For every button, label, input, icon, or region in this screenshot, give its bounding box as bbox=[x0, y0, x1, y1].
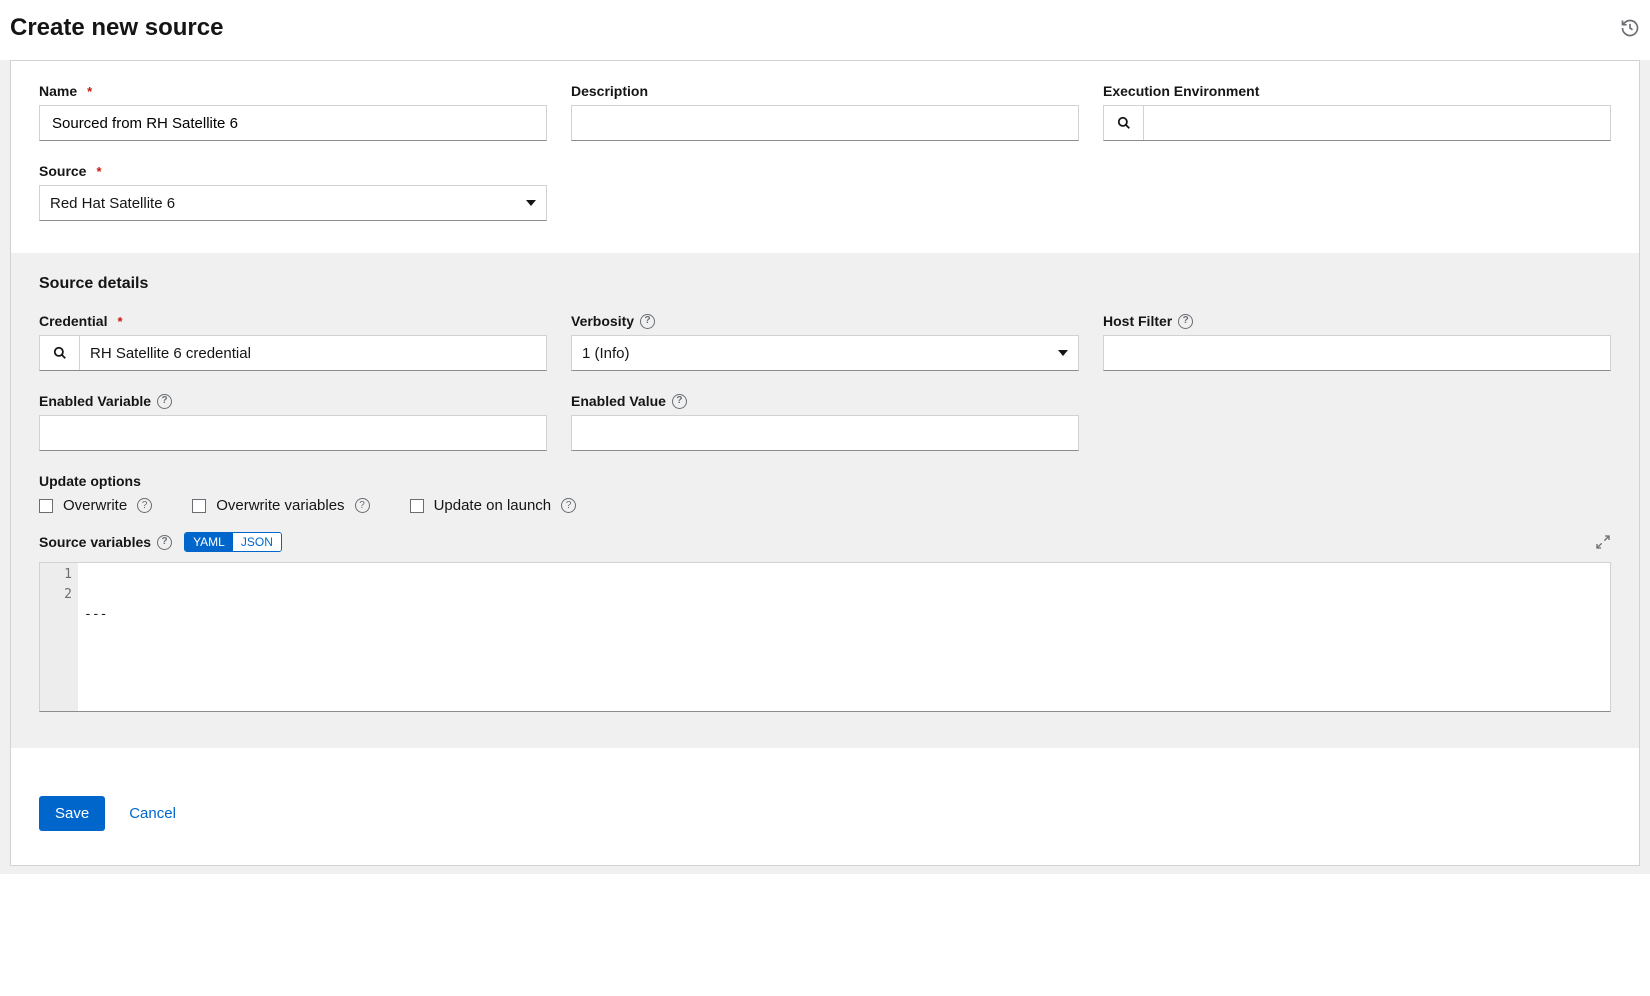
exec-env-lookup[interactable] bbox=[1103, 105, 1611, 141]
host-filter-label: Host Filter bbox=[1103, 313, 1172, 329]
source-select-value: Red Hat Satellite 6 bbox=[50, 195, 175, 212]
format-toggle: YAML JSON bbox=[184, 532, 282, 552]
help-icon[interactable]: ? bbox=[137, 498, 152, 513]
caret-down-icon bbox=[526, 200, 536, 206]
enabled-value-input[interactable] bbox=[571, 415, 1079, 451]
expand-icon[interactable] bbox=[1595, 534, 1611, 550]
checkbox-icon[interactable] bbox=[410, 499, 424, 513]
search-icon[interactable] bbox=[40, 336, 80, 370]
help-icon[interactable]: ? bbox=[157, 394, 172, 409]
verbosity-select[interactable]: 1 (Info) bbox=[571, 335, 1079, 371]
update-on-launch-checkbox[interactable]: Update on launch ? bbox=[410, 497, 577, 514]
exec-env-label: Execution Environment bbox=[1103, 83, 1259, 99]
caret-down-icon bbox=[1058, 350, 1068, 356]
credential-lookup[interactable]: RH Satellite 6 credential bbox=[39, 335, 547, 371]
checkbox-icon[interactable] bbox=[39, 499, 53, 513]
enabled-value-label: Enabled Value bbox=[571, 393, 666, 409]
source-details-title: Source details bbox=[39, 275, 1611, 293]
required-star: * bbox=[117, 314, 122, 329]
source-label: Source bbox=[39, 163, 86, 179]
help-icon[interactable]: ? bbox=[640, 314, 655, 329]
overwrite-label: Overwrite bbox=[63, 497, 127, 514]
history-icon[interactable] bbox=[1620, 18, 1640, 38]
help-icon[interactable]: ? bbox=[561, 498, 576, 513]
required-star: * bbox=[87, 84, 92, 99]
help-icon[interactable]: ? bbox=[355, 498, 370, 513]
json-toggle[interactable]: JSON bbox=[233, 533, 281, 551]
save-button[interactable]: Save bbox=[39, 796, 105, 831]
credential-label: Credential bbox=[39, 313, 107, 329]
help-icon[interactable]: ? bbox=[1178, 314, 1193, 329]
name-input[interactable] bbox=[39, 105, 547, 141]
page-title: Create new source bbox=[10, 14, 223, 42]
update-options-label: Update options bbox=[39, 473, 1611, 489]
overwrite-vars-label: Overwrite variables bbox=[216, 497, 344, 514]
description-input[interactable] bbox=[571, 105, 1079, 141]
yaml-toggle[interactable]: YAML bbox=[185, 533, 233, 551]
editor-code[interactable]: --- bbox=[78, 563, 1610, 711]
name-label: Name bbox=[39, 83, 77, 99]
required-star: * bbox=[96, 164, 101, 179]
source-variables-label: Source variables bbox=[39, 534, 151, 550]
source-variables-editor[interactable]: 1 2 --- bbox=[39, 562, 1611, 712]
search-icon[interactable] bbox=[1104, 106, 1144, 140]
cancel-button[interactable]: Cancel bbox=[129, 805, 176, 822]
editor-gutter: 1 2 bbox=[40, 563, 78, 711]
source-select[interactable]: Red Hat Satellite 6 bbox=[39, 185, 547, 221]
description-label: Description bbox=[571, 83, 648, 99]
verbosity-value: 1 (Info) bbox=[582, 345, 630, 362]
overwrite-checkbox[interactable]: Overwrite ? bbox=[39, 497, 152, 514]
help-icon[interactable]: ? bbox=[672, 394, 687, 409]
checkbox-icon[interactable] bbox=[192, 499, 206, 513]
help-icon[interactable]: ? bbox=[157, 535, 172, 550]
enabled-variable-label: Enabled Variable bbox=[39, 393, 151, 409]
credential-value: RH Satellite 6 credential bbox=[80, 345, 546, 362]
form-card: Name * Description bbox=[10, 60, 1640, 866]
enabled-variable-input[interactable] bbox=[39, 415, 547, 451]
overwrite-vars-checkbox[interactable]: Overwrite variables ? bbox=[192, 497, 369, 514]
verbosity-label: Verbosity bbox=[571, 313, 634, 329]
update-on-launch-label: Update on launch bbox=[434, 497, 552, 514]
host-filter-input[interactable] bbox=[1103, 335, 1611, 371]
